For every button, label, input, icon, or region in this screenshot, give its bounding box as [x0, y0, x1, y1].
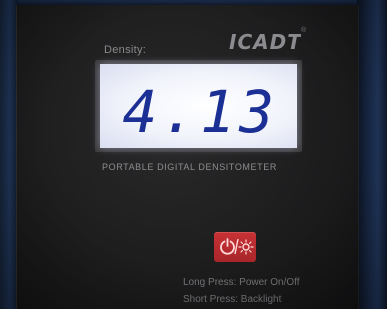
densitometer-photo: Density: ICADT ® 4.13 PORTABLE DIGITAL D… — [0, 0, 387, 309]
device-faceplate — [16, 5, 359, 309]
lcd-reading: 4.13 — [122, 78, 278, 146]
rubber-bumper-right — [357, 0, 387, 309]
hint-short-press: Short Press: Backlight — [183, 294, 282, 305]
density-label: Density: — [104, 44, 147, 56]
registered-mark: ® — [301, 27, 307, 34]
brand-logo-mark: ICADT — [229, 30, 301, 54]
density-reading-value: 4.13 — [122, 78, 278, 146]
svg-text:ICADT: ICADT — [229, 30, 301, 54]
device-subtitle: PORTABLE DIGITAL DENSITOMETER — [102, 162, 277, 172]
power-backlight-icon — [220, 238, 254, 255]
brand-logo: ICADT — [229, 30, 301, 60]
hint-long-press: Long Press: Power On/Off — [183, 277, 300, 288]
power-backlight-button[interactable] — [214, 232, 256, 262]
